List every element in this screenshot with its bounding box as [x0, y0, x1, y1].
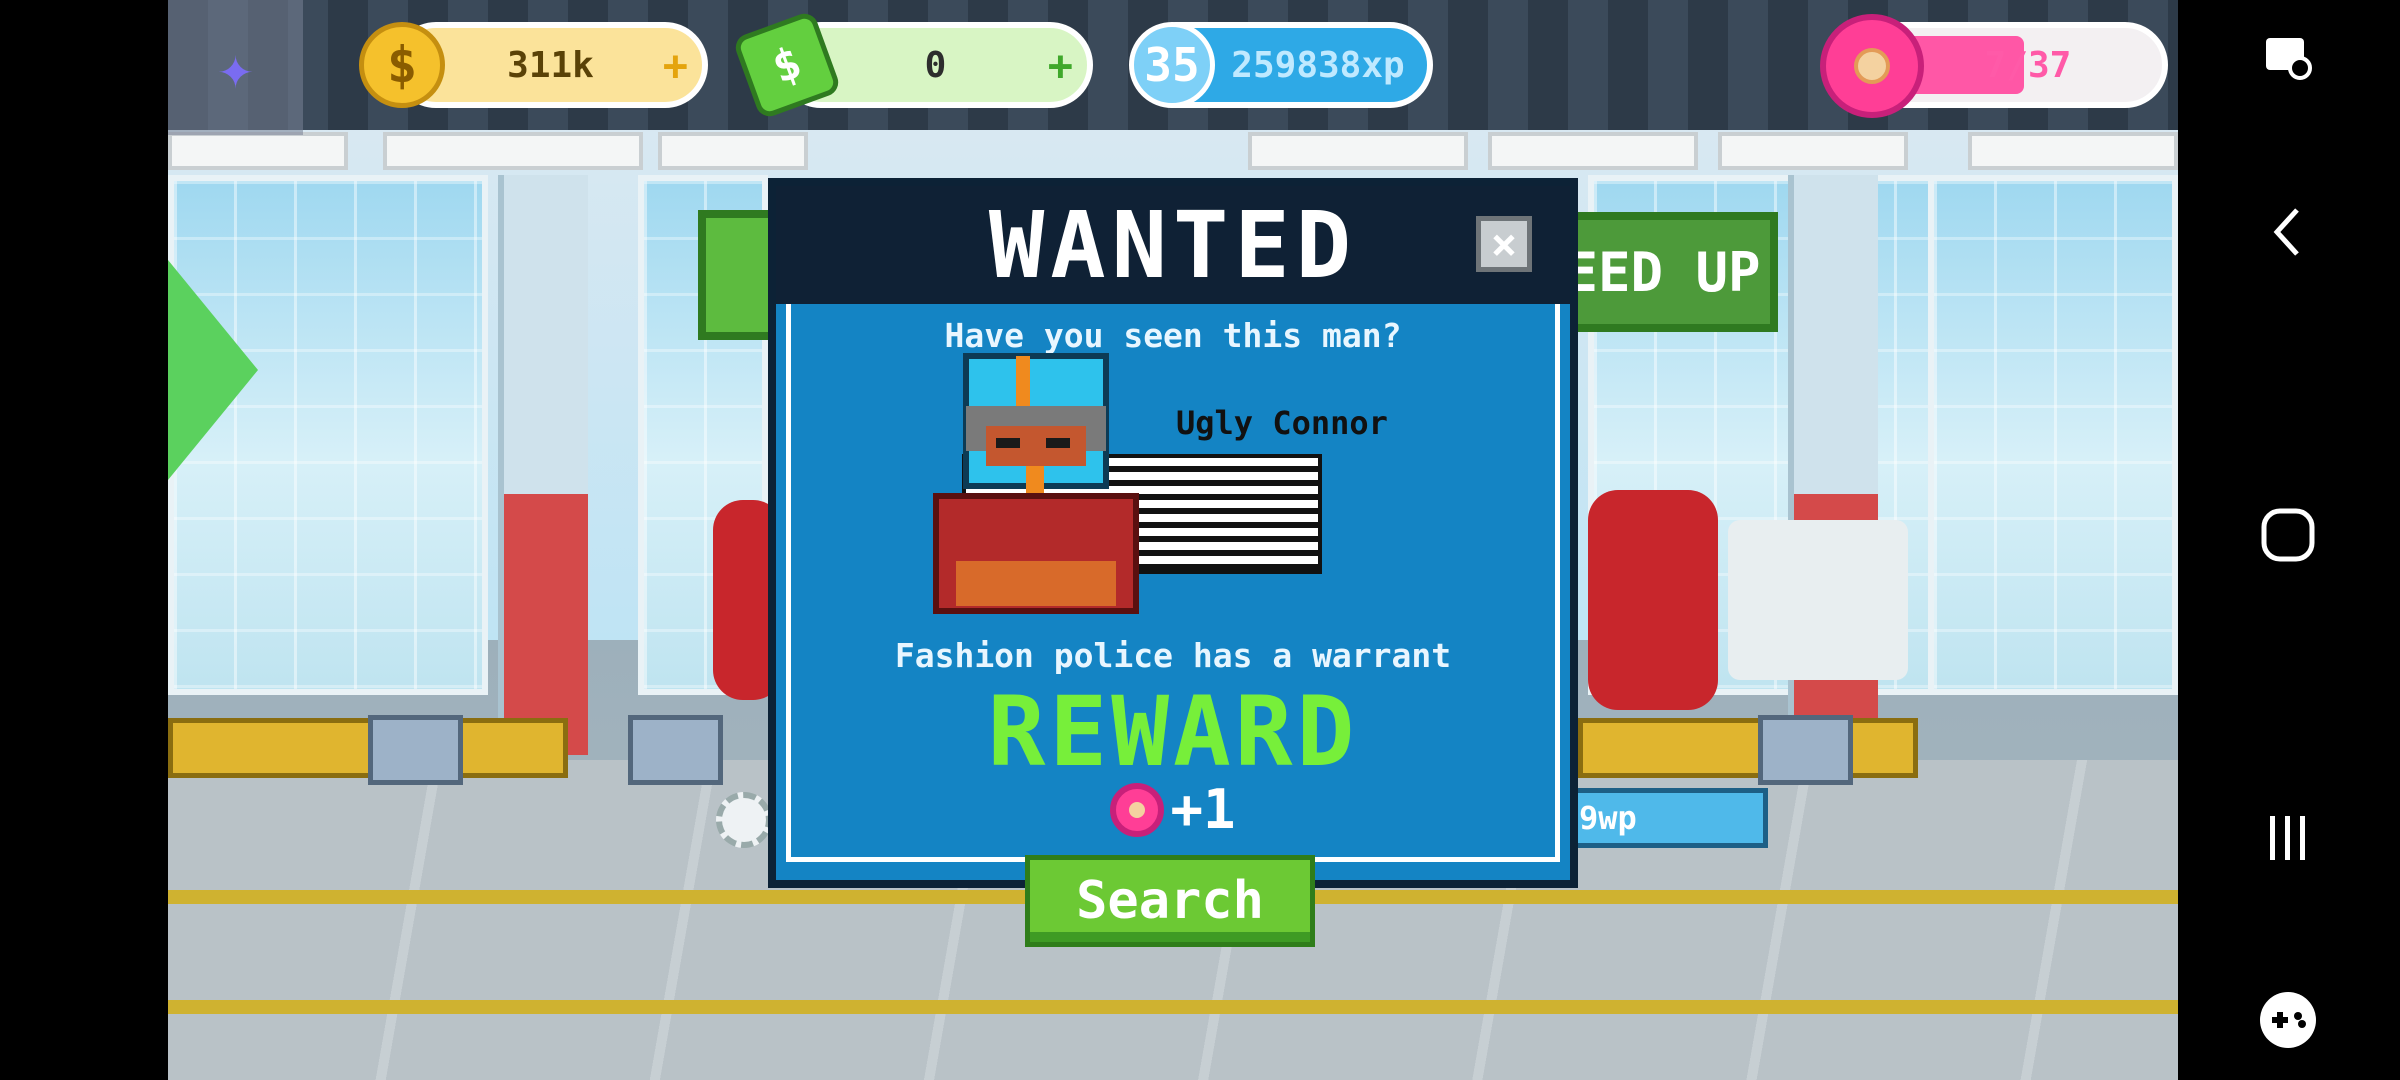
suspect-portrait	[933, 353, 1139, 614]
suspect-name: Ugly Connor	[1176, 404, 1388, 442]
system-nav-bar	[2178, 0, 2400, 1080]
back-icon[interactable]	[2248, 192, 2328, 272]
reward-row: +1	[776, 778, 1570, 841]
close-button[interactable]: ×	[1476, 216, 1532, 272]
donut-icon	[1110, 782, 1165, 837]
reward-amount: +1	[1170, 778, 1236, 841]
search-button[interactable]: Search	[1025, 855, 1315, 947]
close-icon: ×	[1490, 218, 1518, 270]
game-tools-icon[interactable]	[2248, 980, 2328, 1060]
home-icon[interactable]	[2248, 495, 2328, 575]
warrant-text: Fashion police has a warrant	[894, 636, 1452, 675]
screen-capture-icon[interactable]	[2248, 18, 2328, 98]
wanted-dialog: WANTED × Have you seen this man? Ugly Co…	[768, 178, 1578, 888]
reward-label: REWARD	[987, 676, 1359, 788]
recents-icon[interactable]	[2248, 798, 2328, 878]
dialog-header: WANTED ×	[776, 186, 1570, 304]
question-text: Have you seen this man?	[944, 316, 1402, 355]
dialog-title: WANTED	[988, 191, 1358, 299]
